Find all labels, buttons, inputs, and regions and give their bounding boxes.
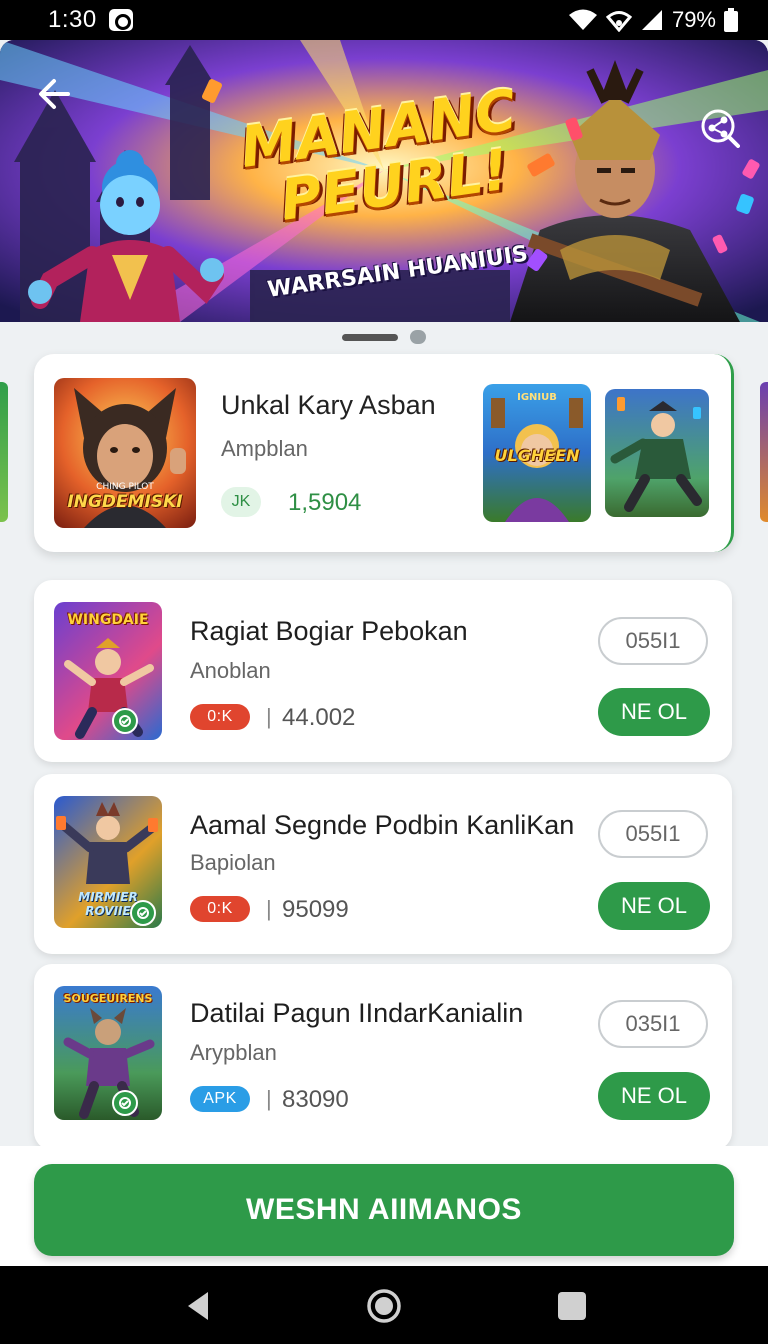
pager-indicator[interactable] <box>410 330 426 344</box>
app-icon-title: SOUGEUIRENS <box>63 992 153 1005</box>
back-button[interactable] <box>28 68 80 120</box>
app-tag: APK <box>190 1086 250 1112</box>
app-tag: 0:K <box>190 896 250 922</box>
app-card[interactable]: WINGDAIE Ragiat Bogiar Pebokan Anoblan 0… <box>34 580 732 762</box>
nav-recents-icon <box>558 1292 586 1320</box>
app-version-pill[interactable]: 035I1 <box>598 1000 708 1048</box>
featured-app-icon-caption: CHING PILOT <box>96 482 154 492</box>
nav-back-button[interactable] <box>178 1286 218 1326</box>
nav-back-icon <box>188 1292 208 1320</box>
carousel-pager <box>0 330 768 344</box>
featured-app-icon[interactable]: CHING PILOT INGDEMISKI <box>54 378 196 528</box>
separator: | <box>266 704 272 729</box>
app-version-pill[interactable]: 055I1 <box>598 810 708 858</box>
featured-screenshot-1[interactable]: IGNIUB ULGHEEN <box>483 384 591 522</box>
app-count: 44.002 <box>282 704 356 731</box>
install-button[interactable]: NE OL <box>598 1072 710 1120</box>
app-subtitle: Bapiolan <box>190 850 276 875</box>
app-subtitle: Arypblan <box>190 1040 277 1065</box>
check-icon <box>119 1097 131 1109</box>
featured-screenshot-1-caption: IGNIUB <box>517 392 557 403</box>
verified-badge <box>112 1090 138 1116</box>
featured-app-card[interactable]: CHING PILOT INGDEMISKI Unkal Kary Asban … <box>34 354 734 552</box>
install-button[interactable]: NE OL <box>598 688 710 736</box>
app-tag: 0:K <box>190 704 250 730</box>
nav-home-icon <box>367 1289 401 1323</box>
wifi-icon <box>568 9 597 30</box>
share-button[interactable] <box>696 104 744 152</box>
carousel-prev-peek[interactable] <box>0 382 8 522</box>
app-card[interactable]: SOUGEUIRENS Datilai Pagun IIndarKanialin… <box>34 964 732 1150</box>
back-arrow-icon <box>39 79 70 109</box>
app-icon[interactable]: SOUGEUIRENS <box>54 986 162 1120</box>
battery-icon <box>724 8 738 32</box>
app-count: 95099 <box>282 896 349 923</box>
app-name[interactable]: Aamal Segnde Podbin KanliKan <box>190 810 574 841</box>
share-icon <box>701 109 740 148</box>
check-icon <box>119 715 131 727</box>
check-icon <box>137 907 149 919</box>
featured-app-icon-title: INGDEMISKI <box>67 492 183 512</box>
system-nav-bar <box>0 1266 768 1344</box>
app-version-pill[interactable]: 055I1 <box>598 617 708 665</box>
battery-percent: 79% <box>671 7 716 32</box>
featured-screenshot-1-title: ULGHEEN <box>494 446 580 465</box>
nav-recents-button[interactable] <box>552 1286 592 1326</box>
app-name[interactable]: Datilai Pagun IIndarKanialin <box>190 998 523 1029</box>
status-time: 1:30 <box>48 6 97 33</box>
featured-app-name[interactable]: Unkal Kary Asban <box>221 390 436 421</box>
app-card[interactable]: MIRMIER ROVIIE Aamal Segnde Podbin Kanli… <box>34 774 732 954</box>
featured-app-badge: JK <box>221 487 261 517</box>
app-icon[interactable]: WINGDAIE <box>54 602 162 740</box>
notification-icon <box>108 9 133 31</box>
verified-badge <box>112 708 138 734</box>
status-icons: 79% <box>568 7 738 33</box>
featured-screenshot-2[interactable] <box>605 389 709 517</box>
featured-app-subtitle: Ampblan <box>221 436 308 461</box>
hotspot-icon <box>605 11 632 32</box>
nav-home-button[interactable] <box>364 1286 404 1326</box>
app-icon-title: WINGDAIE <box>67 612 149 628</box>
featured-app-count: 1,5904 <box>288 489 362 516</box>
separator: | <box>266 896 272 921</box>
verified-badge <box>130 900 156 926</box>
app-count: 83090 <box>282 1086 349 1113</box>
install-button[interactable]: NE OL <box>598 882 710 930</box>
app-name[interactable]: Ragiat Bogiar Pebokan <box>190 616 468 647</box>
app-subtitle: Anoblan <box>190 658 271 683</box>
status-bar: 1:30 79% <box>0 0 768 40</box>
pager-indicator-active[interactable] <box>342 333 398 341</box>
hero-banner[interactable]: MANANC PEURL! WARRSAIN HUANIUIS <box>0 40 768 322</box>
signal-icon <box>641 10 662 30</box>
primary-cta-button[interactable]: WESHN AIIMANOS <box>34 1164 734 1256</box>
carousel-next-peek[interactable] <box>760 382 768 522</box>
separator: | <box>266 1086 272 1111</box>
